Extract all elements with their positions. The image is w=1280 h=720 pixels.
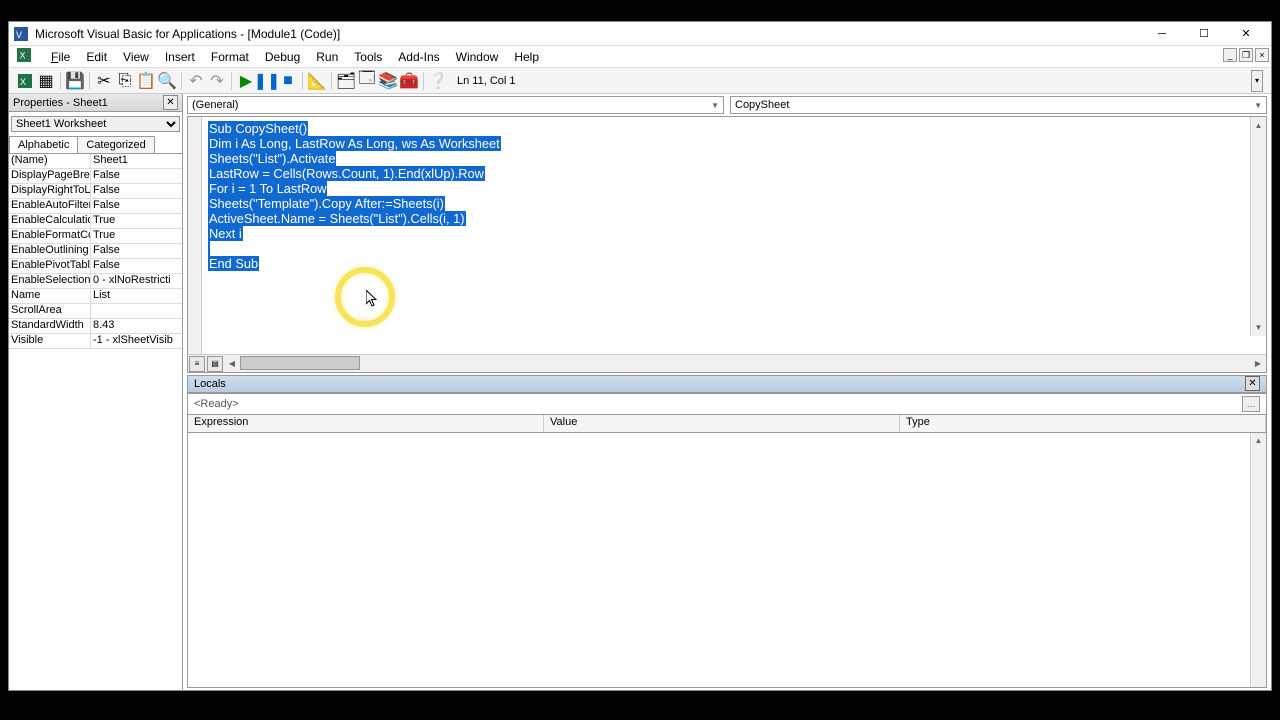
locals-columns: Expression Value Type: [187, 415, 1267, 433]
object-browser-icon[interactable]: 📚: [378, 71, 398, 91]
menubar: X File Edit View Insert Format Debug Run…: [9, 46, 1271, 68]
toolbar-overflow-icon[interactable]: ▾: [1251, 70, 1263, 92]
property-grid[interactable]: (Name)Sheet1 DisplayPageBreakFalse Displ…: [9, 154, 182, 690]
menu-insert[interactable]: Insert: [157, 48, 203, 66]
properties-close-button[interactable]: ✕: [163, 95, 178, 110]
code-text[interactable]: Sub CopySheet() Dim i As Long, LastRow A…: [208, 121, 501, 271]
toolbar: X ▦ 💾 ✂ ⎘ 📋 🔍 ↶ ↷ ▶ ❚❚ ■ 📐 🗂 🗔 📚 🧰 ❔ Ln …: [9, 68, 1271, 94]
reset-icon[interactable]: ■: [278, 71, 298, 91]
menu-format[interactable]: Format: [203, 48, 257, 66]
toolbox-icon[interactable]: 🧰: [399, 71, 419, 91]
help-icon[interactable]: ❔: [428, 71, 448, 91]
svg-text:X: X: [20, 51, 26, 61]
locals-col-value[interactable]: Value: [544, 415, 900, 432]
menu-tools[interactable]: Tools: [346, 48, 390, 66]
project-explorer-icon[interactable]: 🗂: [336, 71, 356, 91]
properties-header: Properties - Sheet1 ✕: [9, 94, 182, 112]
minimize-button[interactable]: ─: [1141, 22, 1183, 46]
svg-text:X: X: [20, 77, 26, 87]
object-dropdown[interactable]: (General): [187, 96, 724, 114]
tab-categorized[interactable]: Categorized: [77, 136, 154, 153]
locals-title: Locals: [194, 378, 226, 390]
menu-addins[interactable]: Add-Ins: [390, 48, 447, 66]
mdi-minimize-button[interactable]: _: [1223, 48, 1237, 62]
menu-window[interactable]: Window: [448, 48, 507, 66]
locals-body[interactable]: ▲: [187, 433, 1267, 689]
menu-run[interactable]: Run: [308, 48, 346, 66]
copy-icon[interactable]: ⎘: [115, 71, 135, 91]
mdi-restore-button[interactable]: ❐: [1239, 48, 1253, 62]
titlebar: V Microsoft Visual Basic for Application…: [9, 22, 1271, 46]
paste-icon[interactable]: 📋: [136, 71, 156, 91]
cursor-position: Ln 11, Col 1: [457, 75, 516, 87]
locals-header: Locals ✕: [187, 375, 1267, 393]
locals-close-button[interactable]: ✕: [1245, 376, 1260, 391]
view-excel-icon[interactable]: X: [15, 71, 35, 91]
window-title: Microsoft Visual Basic for Applications …: [35, 27, 1141, 41]
locals-callstack-button[interactable]: …: [1242, 396, 1260, 412]
full-module-view-icon[interactable]: ▤: [207, 356, 223, 372]
design-mode-icon[interactable]: 📐: [307, 71, 327, 91]
undo-icon[interactable]: ↶: [186, 71, 206, 91]
locals-vscroll[interactable]: ▲: [1250, 433, 1266, 688]
menu-view[interactable]: View: [115, 48, 157, 66]
tab-alphabetic[interactable]: Alphabetic: [9, 136, 78, 153]
save-icon[interactable]: 💾: [65, 71, 85, 91]
code-vscroll[interactable]: ▲ ▼: [1250, 117, 1266, 336]
svg-text:V: V: [16, 30, 22, 40]
break-icon[interactable]: ❚❚: [257, 71, 277, 91]
vba-app-icon: V: [13, 26, 29, 42]
properties-title: Properties - Sheet1: [13, 97, 108, 109]
locals-status-row: <Ready> …: [187, 393, 1267, 415]
menu-help[interactable]: Help: [506, 48, 547, 66]
code-pane-region: (General) CopySheet Sub CopySheet() Dim …: [183, 94, 1271, 690]
menu-edit[interactable]: Edit: [78, 48, 115, 66]
code-hscroll[interactable]: ◀ ▶: [224, 355, 1266, 372]
mdi-close-button[interactable]: ×: [1255, 48, 1269, 62]
properties-panel: Properties - Sheet1 ✕ Sheet1 Worksheet A…: [9, 94, 183, 690]
excel-icon[interactable]: X: [17, 48, 37, 64]
locals-col-type[interactable]: Type: [900, 415, 1266, 432]
find-icon[interactable]: 🔍: [157, 71, 177, 91]
insert-module-icon[interactable]: ▦: [36, 71, 56, 91]
procedure-dropdown[interactable]: CopySheet: [730, 96, 1267, 114]
procedure-view-icon[interactable]: ≡: [189, 356, 205, 372]
redo-icon[interactable]: ↷: [207, 71, 227, 91]
locals-col-expression[interactable]: Expression: [188, 415, 544, 432]
cut-icon[interactable]: ✂: [94, 71, 114, 91]
menu-debug[interactable]: Debug: [257, 48, 308, 66]
code-editor[interactable]: Sub CopySheet() Dim i As Long, LastRow A…: [187, 116, 1267, 373]
menu-file[interactable]: File: [43, 48, 78, 66]
code-margin: [188, 117, 202, 354]
object-selector[interactable]: Sheet1 Worksheet: [11, 116, 180, 132]
properties-window-icon[interactable]: 🗔: [357, 71, 377, 91]
app-window: V Microsoft Visual Basic for Application…: [8, 21, 1272, 691]
maximize-button[interactable]: ☐: [1183, 22, 1225, 46]
close-button[interactable]: ✕: [1225, 22, 1267, 46]
locals-status: <Ready>: [194, 398, 239, 410]
